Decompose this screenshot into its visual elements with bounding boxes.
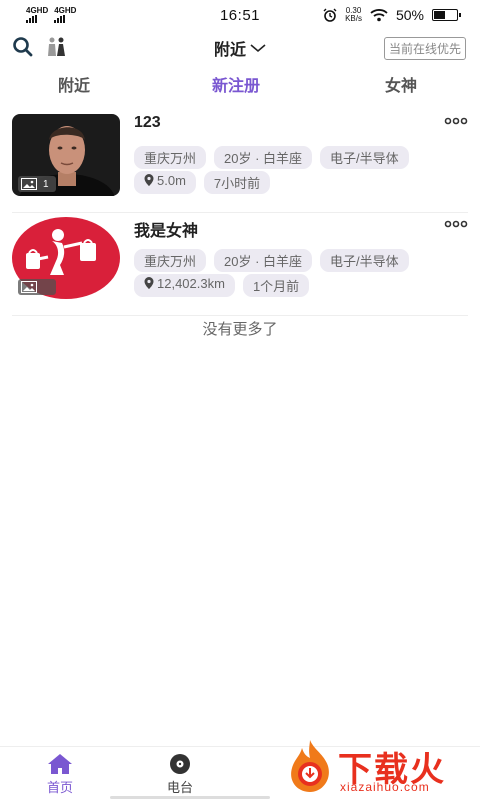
age-sign-tag: 20岁 · 白羊座	[214, 249, 313, 272]
tab-goddess[interactable]: 女神	[385, 72, 417, 96]
more-options-icon[interactable]	[444, 219, 468, 229]
signal-bars-icon	[26, 15, 37, 23]
distance-tag: 12,402.3km	[134, 274, 235, 297]
industry-tag: 电子/半导体	[320, 249, 409, 272]
photo-count: 1	[43, 178, 49, 190]
profile-tags: 重庆万州 20岁 · 白羊座 电子/半导体	[134, 249, 409, 272]
flame-logo-icon	[291, 740, 329, 792]
watermark-logo: 下载火 xiazaihuo.com	[280, 734, 480, 800]
avatar[interactable]: 1	[12, 114, 120, 196]
network-speed: 0.30 KB/s	[345, 7, 362, 23]
alarm-icon	[323, 8, 337, 22]
signal-bars-icon	[54, 15, 66, 23]
speed-unit: KB/s	[345, 14, 362, 23]
tab-new-register[interactable]: 新注册	[212, 72, 260, 96]
battery-icon	[432, 9, 461, 21]
status-right: 0.30 KB/s 50%	[323, 7, 461, 23]
header: 附近 当前在线优先	[0, 34, 480, 62]
sim1-label: 4GHD	[26, 6, 49, 15]
tab-nearby[interactable]: 附近	[58, 72, 90, 96]
avatar[interactable]	[12, 217, 120, 299]
signal-indicators: 4GHD 4GHD	[26, 7, 76, 23]
photo-count-badge: 1	[18, 176, 56, 192]
sim2-signal: 4GHD	[54, 7, 76, 23]
more-options-icon[interactable]	[444, 116, 468, 126]
user-list: 1 123 重庆万州 20岁 · 白羊座 电子/半导体 5.0m 7小时前 我是…	[12, 110, 468, 316]
image-icon	[21, 281, 37, 293]
home-indicator	[110, 796, 270, 799]
meta-tags: 12,402.3km 1个月前	[134, 274, 310, 297]
list-item[interactable]: 1 123 重庆万州 20岁 · 白羊座 电子/半导体 5.0m 7小时前	[12, 110, 468, 213]
nav-home[interactable]: 首页	[30, 753, 90, 796]
watermark-url: xiazaihuo.com	[340, 780, 430, 794]
distance-value: 5.0m	[157, 173, 186, 188]
user-name: 123	[134, 114, 161, 131]
last-active-tag: 1个月前	[242, 274, 310, 297]
list-end-text: 没有更多了	[202, 321, 278, 338]
profile-tags: 重庆万州 20岁 · 白羊座 电子/半导体	[134, 146, 409, 169]
photo-count-badge	[18, 279, 56, 295]
meta-tags: 5.0m 7小时前	[134, 171, 271, 194]
location-tag: 重庆万州	[134, 146, 207, 169]
wifi-icon	[370, 9, 388, 22]
radio-icon	[170, 754, 190, 774]
image-icon	[21, 178, 37, 190]
page-title: 附近	[213, 42, 246, 59]
status-bar: 4GHD 4GHD 16:51 0.30 KB/s 50%	[0, 0, 480, 30]
home-icon	[48, 754, 72, 774]
sim1-signal: 4GHD	[26, 7, 48, 23]
nav-radio[interactable]: 电台	[150, 753, 210, 796]
battery-percent: 50%	[395, 7, 424, 23]
list-item[interactable]: 我是女神 重庆万州 20岁 · 白羊座 电子/半导体 12,402.3km 1个…	[12, 213, 468, 316]
sim2-label: 4GHD	[54, 6, 77, 15]
age-sign-tag: 20岁 · 白羊座	[214, 146, 313, 169]
nav-home-label: 首页	[46, 780, 73, 795]
nav-radio-label: 电台	[166, 780, 193, 795]
industry-tag: 电子/半导体	[320, 146, 409, 169]
location-pin-icon	[144, 174, 154, 186]
distance-tag: 5.0m	[134, 171, 196, 194]
location-pin-icon	[144, 277, 154, 289]
user-name: 我是女神	[134, 223, 199, 240]
location-tag: 重庆万州	[134, 249, 207, 272]
tab-bar: 附近 新注册 女神	[0, 72, 480, 98]
chevron-down-icon	[250, 44, 266, 53]
distance-value: 12,402.3km	[157, 276, 225, 291]
last-active-tag: 7小时前	[203, 171, 271, 194]
online-first-button[interactable]: 当前在线优先	[383, 37, 466, 60]
